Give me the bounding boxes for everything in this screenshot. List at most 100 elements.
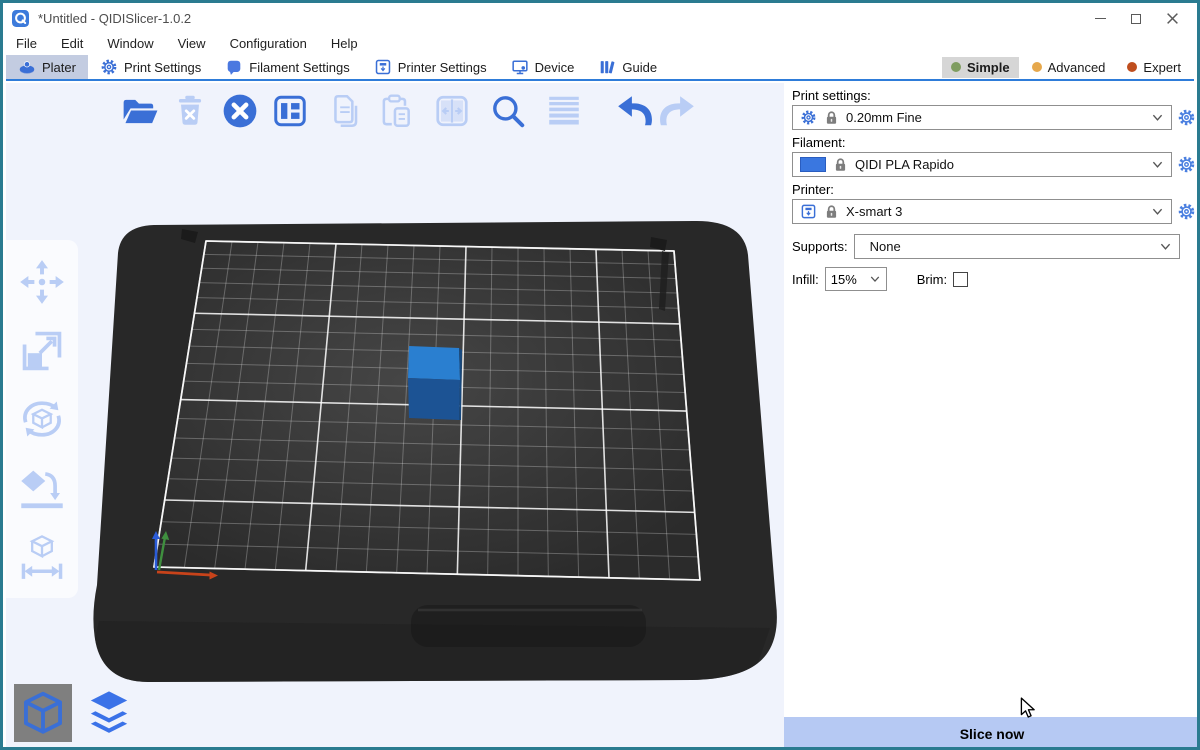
chevron-down-icon [869, 274, 881, 284]
print-settings-value: 0.20mm Fine [846, 110, 922, 125]
delete-all-button[interactable] [218, 89, 262, 133]
view-mode-toggles [14, 684, 138, 742]
tray-handle-recess [411, 605, 646, 647]
filament-label: Filament: [792, 135, 1192, 150]
redo-button[interactable] [656, 89, 700, 133]
edit-print-settings-button[interactable] [1177, 108, 1196, 127]
variable-layer-height-button[interactable] [542, 89, 586, 133]
arrange-icon [271, 92, 309, 130]
maximize-icon [1131, 14, 1141, 24]
delete-button[interactable] [168, 89, 212, 133]
variable-layer-height-icon [545, 92, 583, 130]
brim-checkbox[interactable] [953, 272, 968, 287]
print-settings-select[interactable]: 0.20mm Fine [792, 105, 1172, 130]
supports-value: None [862, 239, 901, 254]
app-window: *Untitled - QIDISlicer-1.0.2 File Edit W… [0, 0, 1200, 750]
filament-color-swatch [800, 157, 826, 172]
infill-label: Infill: [792, 272, 819, 287]
move-icon [18, 258, 66, 306]
tab-guide[interactable]: Guide [586, 55, 669, 79]
paste-button[interactable] [374, 89, 418, 133]
gear-icon [1177, 155, 1196, 174]
open-folder-icon [121, 92, 159, 130]
tab-device[interactable]: Device [499, 55, 587, 79]
mode-simple[interactable]: Simple [942, 57, 1019, 78]
menu-configuration[interactable]: Configuration [230, 36, 307, 51]
printer-select[interactable]: X-smart 3 [792, 199, 1172, 224]
move-tool-button[interactable] [16, 256, 68, 308]
split-objects-button[interactable] [430, 89, 474, 133]
tab-print-settings[interactable]: Print Settings [88, 55, 213, 79]
menu-window[interactable]: Window [107, 36, 153, 51]
title-bar: *Untitled - QIDISlicer-1.0.2 [6, 6, 1194, 31]
print-settings-label: Print settings: [792, 88, 1192, 103]
plater-toolbar [118, 89, 700, 133]
window-title: *Untitled - QIDISlicer-1.0.2 [38, 11, 191, 26]
minimize-icon [1095, 18, 1106, 19]
close-button[interactable] [1154, 6, 1190, 31]
gear-icon [1177, 108, 1196, 127]
search-button[interactable] [486, 89, 530, 133]
edit-printer-button[interactable] [1177, 202, 1196, 221]
menu-view[interactable]: View [178, 36, 206, 51]
measure-icon [18, 532, 66, 580]
expert-mode-dot-icon [1127, 62, 1137, 72]
mode-expert[interactable]: Expert [1118, 57, 1190, 78]
open-button[interactable] [118, 89, 162, 133]
filament-select[interactable]: QIDI PLA Rapido [792, 152, 1172, 177]
maximize-button[interactable] [1118, 6, 1154, 31]
split-objects-icon [433, 92, 471, 130]
settings-panel: Print settings: 0.20mm Fine Filament: QI… [784, 83, 1200, 750]
tab-label: Plater [42, 60, 76, 75]
viewport-3d-canvas[interactable] [6, 83, 784, 750]
tab-label: Printer Settings [398, 60, 487, 75]
menu-file[interactable]: File [16, 36, 37, 51]
search-icon [489, 92, 527, 130]
gizmo-toolbar [6, 240, 78, 598]
place-on-face-tool-button[interactable] [16, 461, 68, 513]
lock-icon [833, 157, 848, 172]
rotate-icon [18, 395, 66, 443]
undo-button[interactable] [612, 89, 656, 133]
copy-button[interactable] [324, 89, 368, 133]
measure-tool-button[interactable] [16, 530, 68, 582]
close-icon [1166, 12, 1179, 25]
arrange-button[interactable] [268, 89, 312, 133]
lock-icon [824, 110, 839, 125]
tab-label: Filament Settings [249, 60, 349, 75]
chevron-down-icon [1151, 112, 1164, 123]
rotate-tool-button[interactable] [16, 393, 68, 445]
edit-filament-button[interactable] [1177, 155, 1196, 174]
tab-label: Print Settings [124, 60, 201, 75]
advanced-mode-dot-icon [1032, 62, 1042, 72]
3d-view-button[interactable] [14, 684, 72, 742]
scale-icon [18, 327, 66, 375]
printer-icon [800, 203, 817, 220]
simple-mode-dot-icon [951, 62, 961, 72]
place-on-face-icon [18, 463, 66, 511]
app-logo-icon [12, 10, 29, 27]
copy-icon [327, 92, 365, 130]
infill-select[interactable]: 15% [825, 267, 887, 291]
supports-select[interactable]: None [854, 234, 1180, 259]
chevron-down-icon [1151, 206, 1164, 217]
redo-icon [659, 92, 697, 130]
print-bed-scene [6, 83, 784, 750]
minimize-button[interactable] [1082, 6, 1118, 31]
filament-value: QIDI PLA Rapido [855, 157, 954, 172]
tab-label: Device [535, 60, 575, 75]
model-cube[interactable] [408, 346, 462, 420]
menu-help[interactable]: Help [331, 36, 358, 51]
brim-label: Brim: [917, 272, 947, 287]
slice-now-button[interactable]: Slice now [784, 717, 1200, 750]
delete-all-icon [221, 92, 259, 130]
scale-tool-button[interactable] [16, 325, 68, 377]
mode-switcher: Simple Advanced Expert [942, 55, 1194, 79]
tab-filament-settings[interactable]: Filament Settings [213, 55, 361, 79]
mode-label: Advanced [1048, 60, 1106, 75]
mode-advanced[interactable]: Advanced [1023, 57, 1115, 78]
tab-plater[interactable]: Plater [6, 55, 88, 79]
menu-edit[interactable]: Edit [61, 36, 83, 51]
tab-printer-settings[interactable]: Printer Settings [362, 55, 499, 79]
layers-preview-button[interactable] [80, 684, 138, 742]
